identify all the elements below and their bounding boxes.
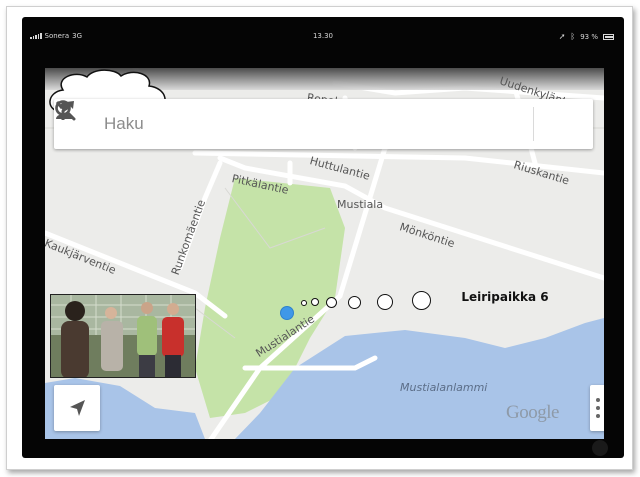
thought-bubble-6	[412, 291, 431, 310]
callout-text: Leiripaikka 6	[461, 290, 549, 304]
more-options-button[interactable]	[590, 385, 604, 431]
map-label-mustiala: Mustiala	[337, 198, 384, 211]
battery-label: 93 %	[580, 32, 598, 41]
status-bar: Sonera 3G 13.30 ➚ ᛒ 93 %	[22, 17, 624, 57]
bluetooth-icon: ᛒ	[570, 32, 576, 41]
video-thumbnail[interactable]	[50, 294, 196, 378]
current-location-dot[interactable]	[280, 306, 294, 320]
thought-bubble-1	[301, 300, 307, 306]
search-divider	[533, 107, 534, 141]
thought-bubble-3	[326, 297, 337, 308]
thought-bubble-5	[377, 294, 393, 310]
account-icon[interactable]	[54, 99, 76, 121]
navigation-arrow-icon	[70, 400, 85, 416]
search-bar[interactable]: Haku	[54, 99, 593, 149]
map-view[interactable]: Uudenkylänt Repol Huttulantie Riuskantie…	[45, 68, 604, 439]
search-input[interactable]: Haku	[104, 114, 144, 134]
map-label-mustialanlammi: Mustialanlammi	[400, 381, 488, 394]
google-logo: Google	[506, 402, 559, 423]
location-services-icon: ➚	[558, 32, 566, 41]
my-location-button[interactable]	[54, 385, 100, 431]
status-right: ➚ ᛒ 93 %	[559, 32, 614, 41]
battery-icon	[603, 33, 614, 40]
home-button	[592, 440, 608, 456]
people-photo	[51, 295, 195, 377]
thought-bubble-4	[348, 296, 361, 309]
status-time: 13.30	[312, 32, 334, 40]
thought-bubble-2	[311, 298, 319, 306]
